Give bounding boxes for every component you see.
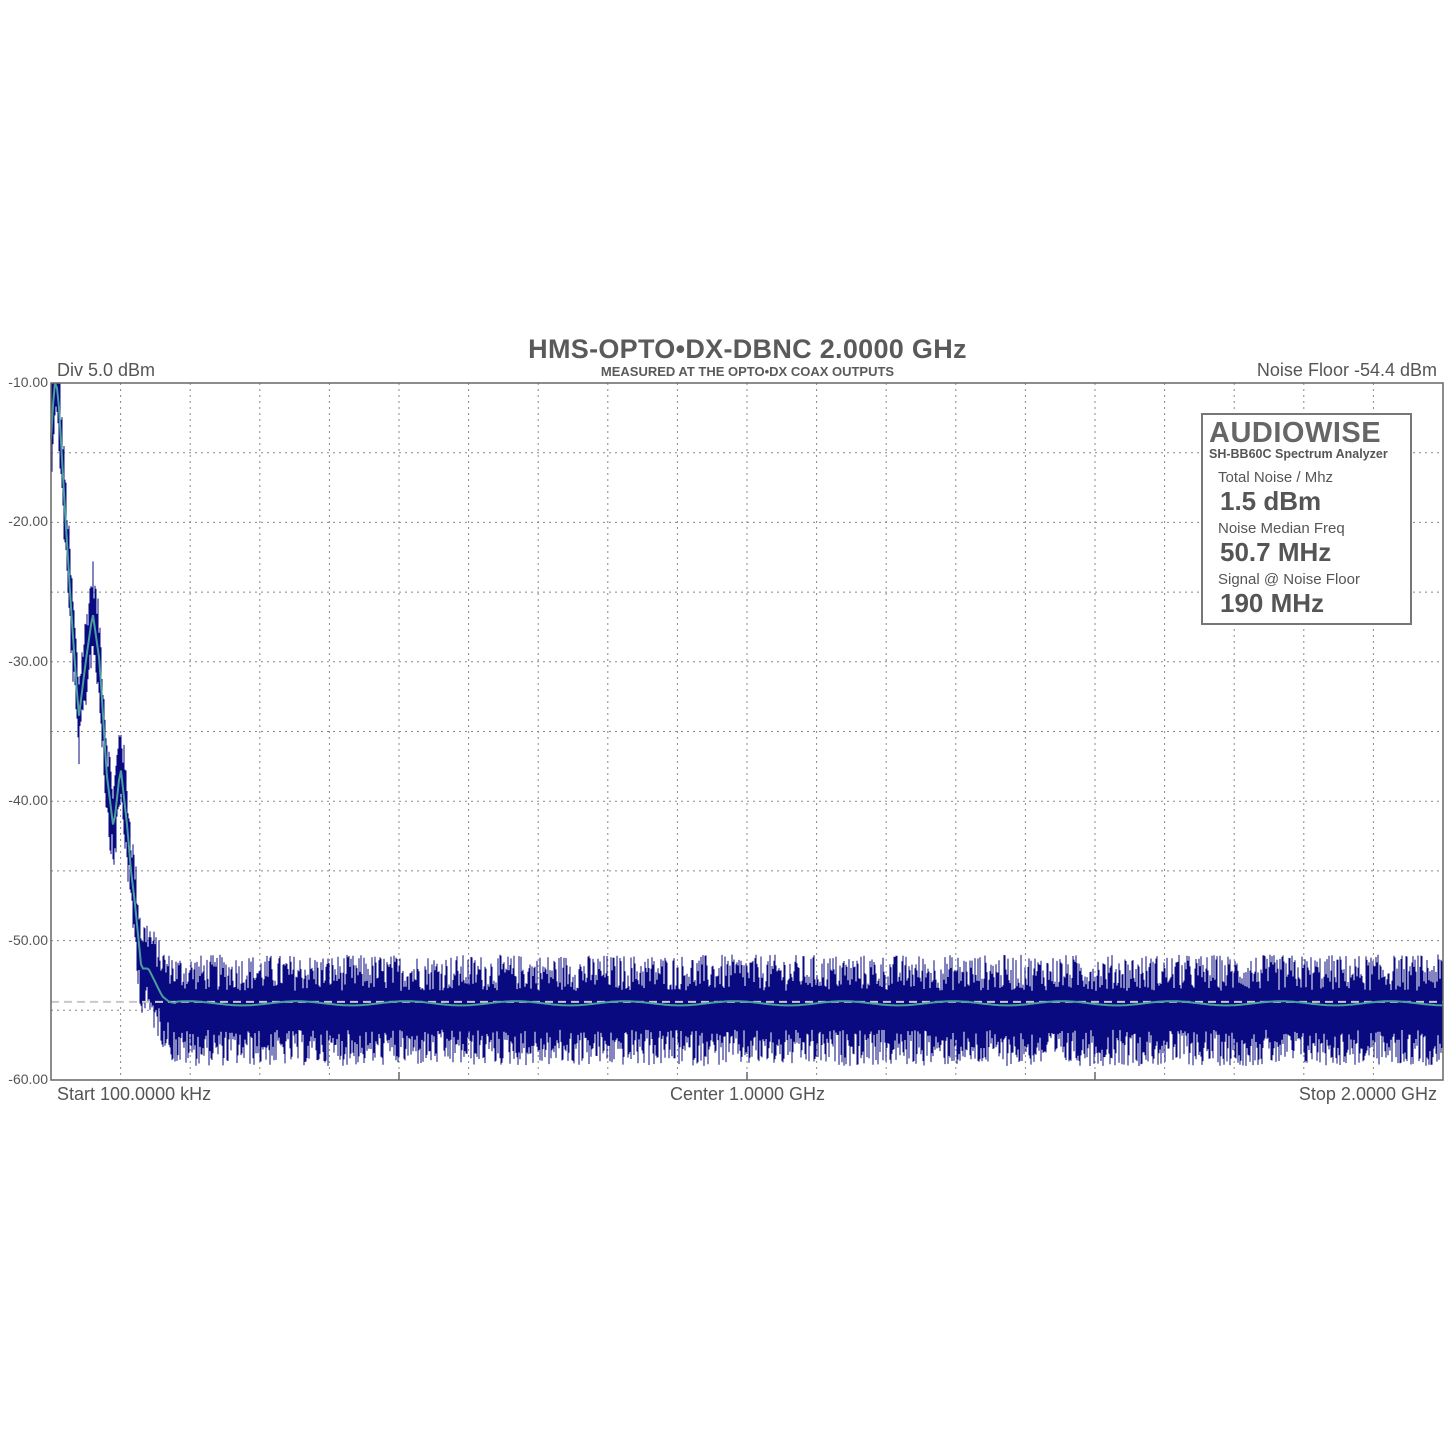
metric-label: Signal @ Noise Floor: [1218, 571, 1360, 588]
metric-label: Noise Median Freq: [1218, 520, 1345, 537]
metric-value: 50.7 MHz: [1220, 537, 1332, 567]
analyzer-model: SH-BB60C Spectrum Analyzer: [1209, 447, 1388, 461]
metric-label: Total Noise / Mhz: [1218, 469, 1334, 486]
brand-logo: AUDIOWISE: [1209, 417, 1382, 449]
metric-value: 190 MHz: [1220, 588, 1325, 618]
spectrum-plot: [50, 382, 1444, 1081]
x-stop-label: Stop 2.0000 GHz: [1298, 1084, 1437, 1104]
x-center-label: Center 1.0000 GHz: [669, 1084, 826, 1104]
metric-value: 1.5 dBm: [1220, 486, 1322, 516]
analyzer-info-box: AUDIOWISE SH-BB60C Spectrum Analyzer Tot…: [1201, 413, 1412, 625]
